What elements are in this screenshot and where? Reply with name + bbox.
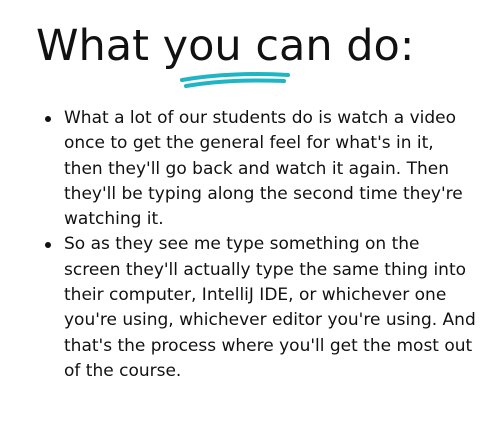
bullet-list: What a lot of our students do is watch a… [36,106,476,384]
brush-underline-decoration [180,72,290,88]
bullet-dot [45,116,51,122]
underline-stroke-bottom [184,78,286,88]
bullet-dot [45,242,51,249]
bullet-text: What a lot of our students do is watch a… [64,108,463,230]
list-item: So as they see me type something on the … [36,232,476,384]
list-item: What a lot of our students do is watch a… [36,106,476,232]
bullet-text: So as they see me type something on the … [64,234,476,381]
page-title: What you can do: [36,21,415,71]
